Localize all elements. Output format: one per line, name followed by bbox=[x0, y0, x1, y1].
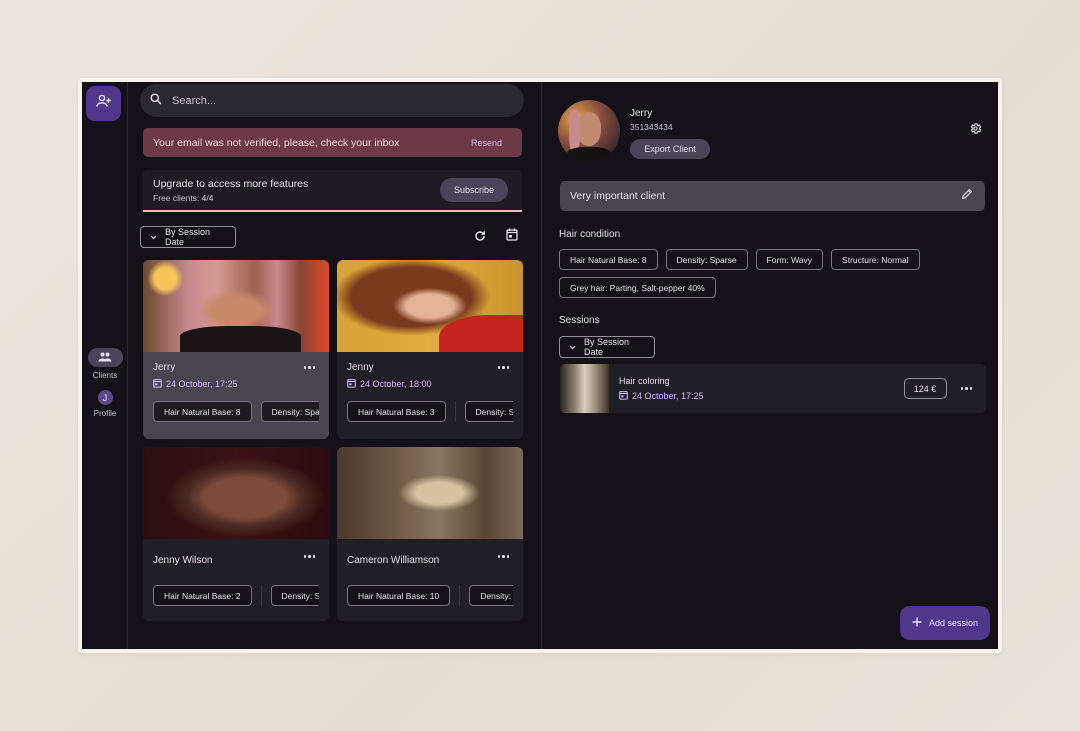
client-detail-panel: Jerry 351343434 Export Client Very impor… bbox=[542, 82, 998, 649]
client-card[interactable]: Jenny Wilson Hair Natural Base: 2 Densit… bbox=[143, 447, 329, 621]
more-options-button[interactable] bbox=[960, 387, 972, 390]
more-horiz-icon bbox=[960, 387, 972, 390]
subscribe-button[interactable]: Subscribe bbox=[440, 178, 508, 202]
rail-item-label: Clients bbox=[92, 371, 118, 380]
client-name: Jenny Wilson bbox=[153, 555, 213, 566]
plus-icon bbox=[912, 617, 922, 629]
client-name: Jerry bbox=[153, 362, 176, 373]
calendar-icon bbox=[619, 390, 628, 402]
client-name: Cameron Williamson bbox=[347, 555, 440, 566]
hair-condition-title: Hair condition bbox=[559, 229, 621, 240]
hair-chip: Hair Natural Base: 10 bbox=[347, 585, 451, 606]
chip-divider bbox=[454, 401, 456, 422]
client-name: Jenny bbox=[347, 362, 374, 373]
chip-divider bbox=[260, 585, 262, 606]
search-icon bbox=[150, 92, 162, 110]
session-date: 24 October, 17:25 bbox=[166, 379, 238, 389]
sort-dropdown[interactable]: By Session Date bbox=[140, 226, 236, 248]
rail-item-label: Profile bbox=[93, 409, 117, 418]
search-input[interactable] bbox=[172, 94, 492, 107]
rail-item-profile[interactable]: J Profile bbox=[82, 390, 128, 418]
chevron-down-icon bbox=[569, 342, 576, 352]
more-horiz-icon bbox=[497, 366, 509, 369]
hair-condition-chip: Density: Sparse bbox=[665, 249, 748, 270]
refresh-button[interactable] bbox=[470, 228, 490, 248]
hair-condition-chip: Structure: Normal bbox=[831, 249, 920, 270]
note-text: Very important client bbox=[570, 190, 666, 202]
client-photo bbox=[337, 447, 523, 539]
calendar-icon bbox=[506, 228, 518, 246]
sort-label: By Session Date bbox=[165, 227, 211, 247]
resend-button[interactable]: Resend bbox=[461, 134, 512, 152]
session-title: Hair coloring bbox=[619, 375, 670, 386]
app: Clients J Profile Your email was not ver… bbox=[82, 82, 998, 649]
add-session-button[interactable]: Add session bbox=[900, 606, 990, 640]
hair-condition-chip: Form: Wavy bbox=[755, 249, 824, 270]
rail-item-clients[interactable]: Clients bbox=[82, 348, 128, 380]
client-card[interactable]: Jenny 24 October, 18:00 Hair Natural Bas… bbox=[337, 260, 523, 439]
calendar-button[interactable] bbox=[502, 227, 522, 247]
hair-chip: Density: Spa bbox=[270, 585, 319, 606]
settings-button[interactable] bbox=[969, 122, 982, 140]
hair-chip: Density: Spa bbox=[260, 401, 319, 422]
more-options-button[interactable] bbox=[303, 555, 315, 558]
clients-panel: Your email was not verified, please, che… bbox=[128, 82, 542, 649]
chevron-down-icon bbox=[150, 232, 157, 242]
hair-condition-chip: Hair Natural Base: 8 bbox=[559, 249, 658, 270]
client-card[interactable]: Jerry 24 October, 17:25 Hair Natural Bas… bbox=[143, 260, 329, 439]
more-horiz-icon bbox=[303, 555, 315, 558]
profile-avatar: J bbox=[97, 390, 113, 405]
more-horiz-icon bbox=[303, 366, 315, 369]
session-price: 124 € bbox=[903, 378, 947, 399]
add-client-button[interactable] bbox=[86, 86, 121, 121]
hair-condition-chip: Grey hair: Parting, Salt-pepper 40% bbox=[559, 277, 716, 298]
person-add-icon bbox=[95, 94, 112, 113]
client-photo bbox=[337, 260, 523, 352]
sessions-sort-dropdown[interactable]: By Session Date bbox=[559, 336, 655, 358]
calendar-icon bbox=[347, 378, 356, 390]
hair-chip: Hair Natural Base: 3 bbox=[347, 401, 446, 422]
client-phone: 351343434 bbox=[630, 122, 673, 132]
hair-chip: Hair Natural Base: 8 bbox=[153, 401, 252, 422]
client-name: Jerry bbox=[630, 108, 653, 119]
hair-chip: Density: Sp bbox=[469, 585, 513, 606]
free-clients-count: Free clients: 4/4 bbox=[153, 192, 214, 203]
client-card[interactable]: Cameron Williamson Hair Natural Base: 10… bbox=[337, 447, 523, 621]
sort-label: By Session Date bbox=[584, 337, 630, 357]
hair-chip: Density: Spa bbox=[464, 401, 513, 422]
search-bar[interactable] bbox=[140, 84, 524, 117]
add-session-label: Add session bbox=[928, 618, 979, 628]
more-options-button[interactable] bbox=[497, 366, 509, 369]
upgrade-banner: Upgrade to access more features Free cli… bbox=[143, 170, 522, 212]
gear-icon bbox=[969, 122, 982, 139]
client-avatar bbox=[558, 100, 620, 162]
group-icon bbox=[98, 349, 112, 367]
window-frame: Clients J Profile Your email was not ver… bbox=[78, 78, 1002, 653]
upgrade-title: Upgrade to access more features bbox=[153, 177, 309, 190]
sessions-title: Sessions bbox=[559, 315, 600, 326]
alert-message: Your email was not verified, please, che… bbox=[153, 136, 400, 149]
session-date: 24 October, 18:00 bbox=[360, 379, 432, 389]
more-options-button[interactable] bbox=[303, 366, 315, 369]
navigation-rail: Clients J Profile bbox=[82, 82, 128, 649]
client-photo bbox=[143, 260, 329, 352]
more-horiz-icon bbox=[497, 555, 509, 558]
hair-condition-chips: Hair Natural Base: 8 Density: Sparse For… bbox=[559, 249, 979, 298]
chip-divider bbox=[459, 585, 461, 606]
session-item[interactable]: Hair coloring 24 October, 17:25 124 € bbox=[560, 364, 986, 413]
client-note[interactable]: Very important client bbox=[560, 181, 985, 211]
session-photo bbox=[560, 364, 609, 413]
export-client-button[interactable]: Export Client bbox=[630, 139, 710, 159]
email-verification-alert: Your email was not verified, please, che… bbox=[143, 128, 522, 157]
more-options-button[interactable] bbox=[497, 555, 509, 558]
hair-chip: Hair Natural Base: 2 bbox=[153, 585, 252, 606]
client-photo bbox=[143, 447, 329, 539]
refresh-icon bbox=[474, 229, 486, 247]
calendar-icon bbox=[153, 378, 162, 390]
edit-icon[interactable] bbox=[961, 187, 973, 205]
session-date: 24 October, 17:25 bbox=[632, 390, 704, 401]
